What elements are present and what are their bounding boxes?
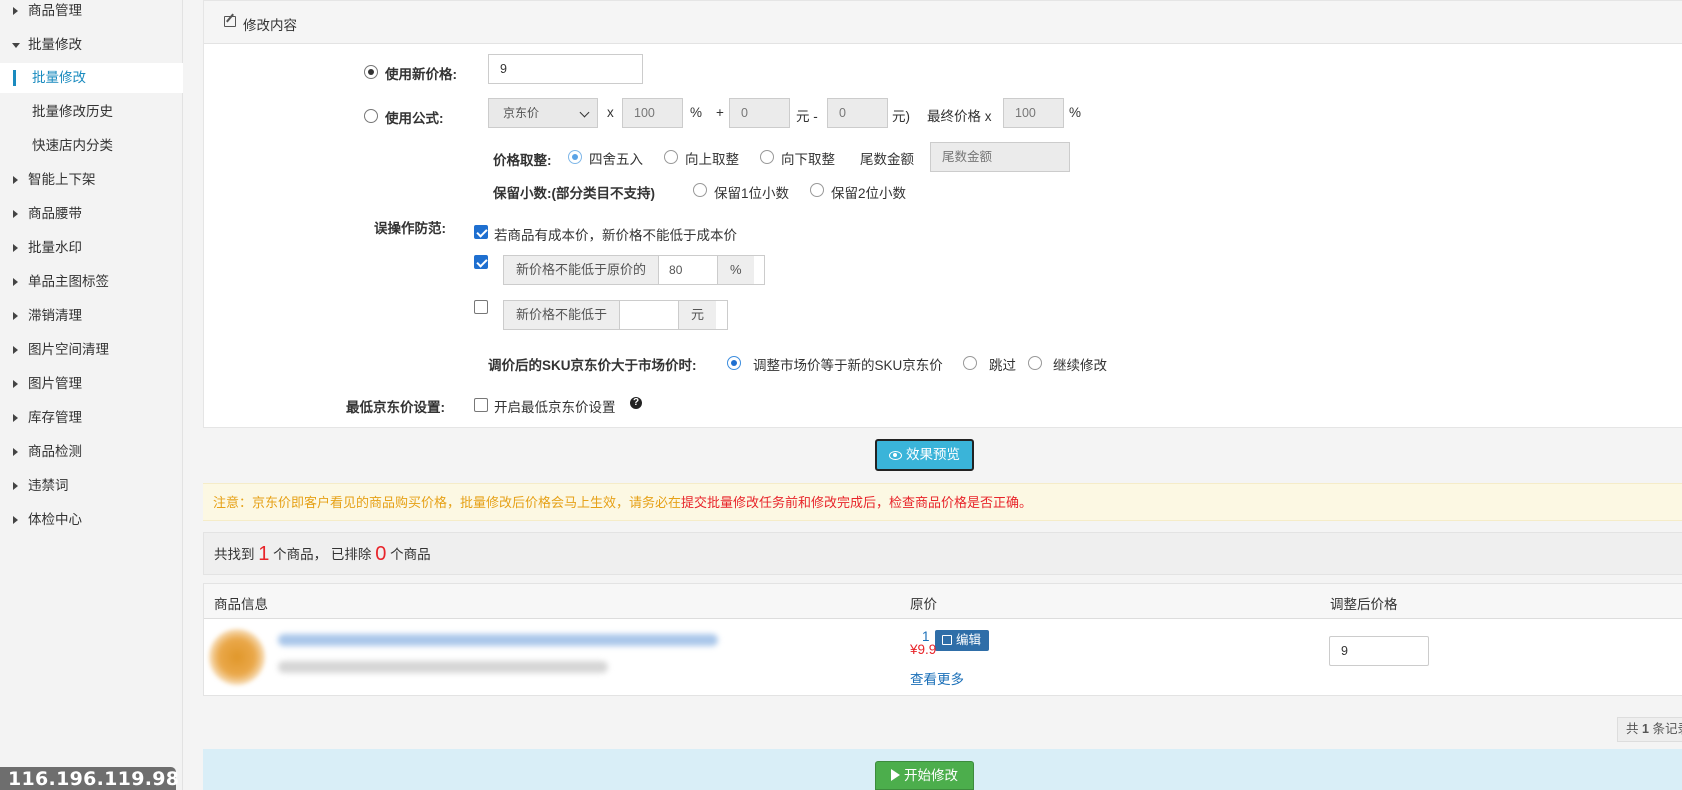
formula-radio[interactable] (364, 109, 378, 123)
sidebar-item-goods-manage[interactable]: 商品管理 (0, 0, 183, 26)
caret-right-icon (13, 448, 18, 456)
sidebar-item-main-image-tag[interactable]: 单品主图标签 (0, 267, 183, 297)
edit-icon (942, 635, 952, 645)
caret-right-icon (13, 312, 18, 320)
panel-title: 修改内容 (243, 18, 297, 33)
sku-rule-label: 调价后的SKU京东价大于市场价时: (488, 358, 697, 373)
caret-down-icon (12, 43, 20, 48)
edit-icon (224, 16, 236, 27)
orig-price-protect-checkbox[interactable] (474, 255, 488, 269)
formula-label: 使用公式: (385, 111, 444, 126)
product-thumbnail[interactable] (209, 629, 265, 685)
sidebar-item-smart-listing[interactable]: 智能上下架 (0, 165, 183, 195)
bottom-action-bar: 开始修改 (203, 749, 1682, 790)
min-jd-price-label: 最低京东价设置: (346, 400, 445, 415)
decimals-label: 保留小数:(部分类目不支持) (493, 186, 655, 201)
sidebar-item-image-manage[interactable]: 图片管理 (0, 369, 183, 399)
sku-continue-radio[interactable] (1028, 356, 1042, 370)
sidebar-item-watermark[interactable]: 批量水印 (0, 233, 183, 263)
sidebar: 商品管理 批量修改 批量修改 批量修改历史 快速店内分类 智能上下架 商品腰带 … (0, 0, 183, 790)
orig-price-floor-group: 新价格不能低于原价的 80 % (503, 255, 765, 285)
caret-right-icon (13, 176, 18, 184)
sku-skip-radio[interactable] (963, 356, 977, 370)
product-meta (278, 661, 608, 673)
eye-icon (889, 451, 902, 460)
caret-right-icon (13, 278, 18, 286)
sidebar-subitem-batch-edit[interactable]: 批量修改 (0, 63, 183, 93)
min-price-protect-checkbox[interactable] (474, 300, 488, 314)
orig-price-pct-input[interactable]: 80 (658, 256, 719, 284)
adjusted-price-input[interactable]: 9 (1329, 636, 1429, 666)
sidebar-item-goods-belt[interactable]: 商品腰带 (0, 199, 183, 229)
new-price-radio[interactable] (364, 65, 378, 79)
tail-amount-input[interactable]: 尾数金额 (930, 142, 1070, 172)
new-price-input[interactable]: 9 (488, 54, 643, 84)
product-title-link[interactable] (278, 634, 718, 646)
multiplier-input[interactable]: 100 (622, 98, 683, 128)
preview-button[interactable]: 效果预览 (875, 439, 974, 471)
warning-notice: 注意：京东价即客户看见的商品购买价格，批量修改后价格会马上生效，请务必在提交批量… (203, 483, 1682, 521)
round-half-radio[interactable] (568, 150, 582, 164)
sidebar-subitem-batch-history[interactable]: 批量修改历史 (0, 97, 183, 127)
start-modify-button[interactable]: 开始修改 (875, 761, 974, 790)
record-count: 共 1 条记录 (1617, 717, 1682, 742)
plus-amount-input[interactable]: 0 (729, 98, 790, 128)
decimal-2-radio[interactable] (810, 183, 824, 197)
min-price-input[interactable] (619, 301, 680, 329)
caret-right-icon (13, 414, 18, 422)
minus-amount-input[interactable]: 0 (827, 98, 888, 128)
min-jd-price-checkbox[interactable] (474, 398, 488, 412)
goods-table: 商品信息 原价 调整后价格 1 编辑 ¥9.9 查看更多 9 (203, 583, 1682, 696)
sidebar-item-banned-words[interactable]: 违禁词 (0, 471, 183, 501)
found-count: 1 (258, 543, 270, 565)
edit-button[interactable]: 编辑 (935, 630, 989, 651)
caret-right-icon (13, 482, 18, 490)
ip-watermark: 116.196.119.98 (0, 767, 179, 790)
help-icon[interactable]: ? (630, 397, 642, 409)
new-price-label: 使用新价格: (385, 67, 457, 82)
caret-right-icon (13, 516, 18, 524)
sidebar-item-stock[interactable]: 库存管理 (0, 403, 183, 433)
sidebar-item-slow-sale[interactable]: 滞销清理 (0, 301, 183, 331)
caret-right-icon (13, 7, 18, 15)
min-price-floor-group: 新价格不能低于 元 (503, 300, 728, 330)
result-summary: 共找到 1 个商品， 已排除 0 个商品 (203, 532, 1682, 575)
chevron-down-icon (579, 107, 590, 118)
protect-label: 误操作防范: (374, 221, 446, 236)
edit-panel: 修改内容 使用新价格: 9 使用公式: 京东价 x 100 % + 0 元 - … (203, 0, 1682, 428)
sidebar-item-goods-check[interactable]: 商品检测 (0, 437, 183, 467)
cost-protect-checkbox[interactable] (474, 225, 488, 239)
excluded-count: 0 (375, 543, 387, 565)
sidebar-item-batch-edit[interactable]: 批量修改 (0, 30, 183, 60)
rounding-label: 价格取整: (493, 153, 552, 168)
final-multiplier-input[interactable]: 100 (1003, 98, 1064, 128)
sku-adjust-market-radio[interactable] (727, 356, 741, 370)
play-icon (891, 769, 900, 781)
caret-right-icon (13, 210, 18, 218)
price-type-select[interactable]: 京东价 (488, 98, 598, 128)
table-header: 商品信息 原价 调整后价格 (204, 584, 1682, 619)
round-down-radio[interactable] (760, 150, 774, 164)
view-more-link[interactable]: 查看更多 (910, 668, 964, 688)
original-price: ¥9.9 (910, 642, 937, 657)
sidebar-item-health-center[interactable]: 体检中心 (0, 505, 183, 535)
round-up-radio[interactable] (664, 150, 678, 164)
sidebar-item-image-space[interactable]: 图片空间清理 (0, 335, 183, 365)
decimal-1-radio[interactable] (693, 183, 707, 197)
sidebar-subitem-quick-category[interactable]: 快速店内分类 (0, 131, 183, 161)
caret-right-icon (13, 346, 18, 354)
caret-right-icon (13, 380, 18, 388)
panel-header: 修改内容 (204, 1, 1682, 44)
caret-right-icon (13, 244, 18, 252)
